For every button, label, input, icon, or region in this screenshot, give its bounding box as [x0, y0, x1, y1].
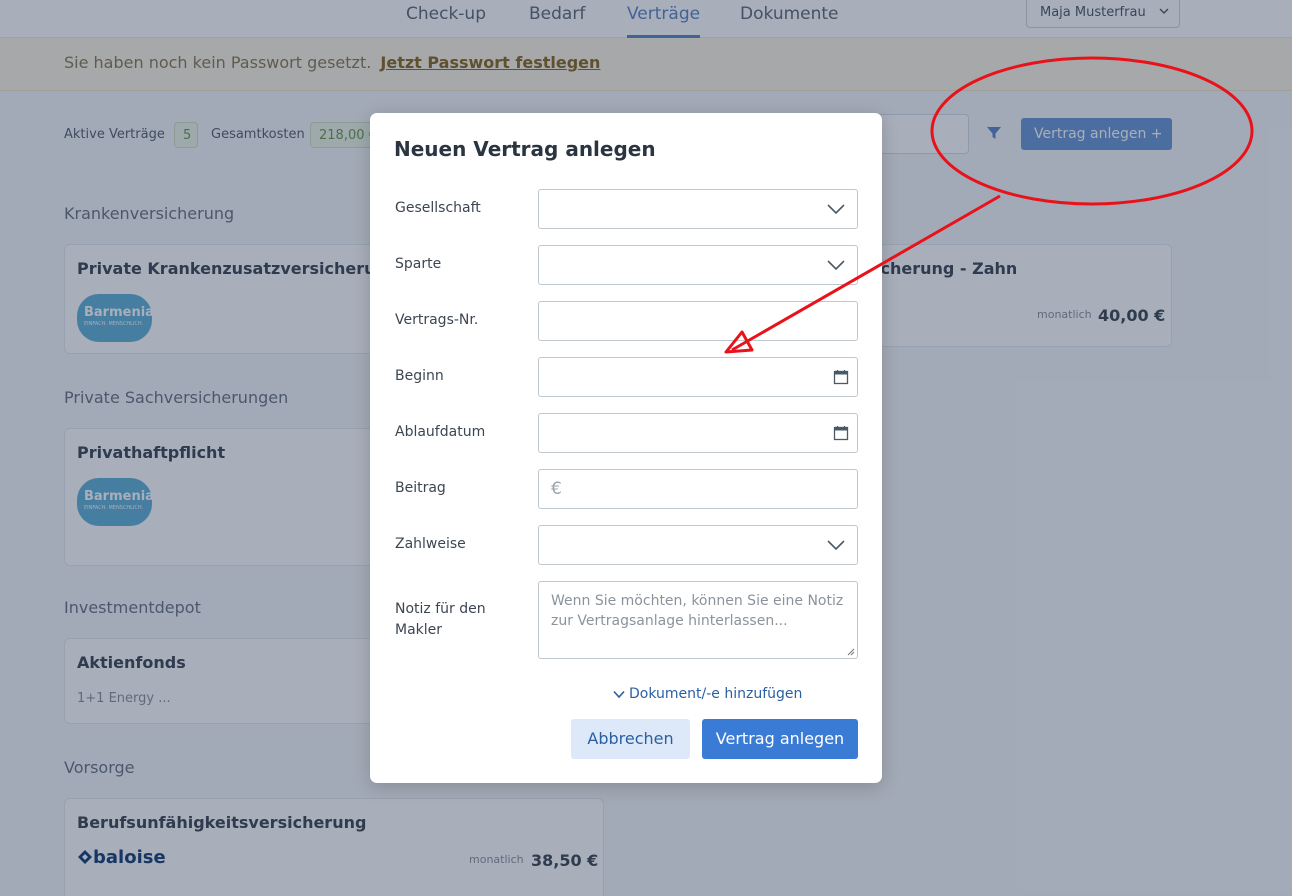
- sparte-select[interactable]: [538, 245, 858, 285]
- premium-input[interactable]: €: [538, 469, 858, 509]
- vertragsnr-label: Vertrags-Nr.: [395, 312, 479, 328]
- sparte-label: Sparte: [395, 256, 442, 272]
- chevron-down-icon: [827, 260, 845, 271]
- calendar-icon[interactable]: [833, 369, 849, 385]
- gesellschaft-select[interactable]: [538, 189, 858, 229]
- beginn-label: Beginn: [395, 368, 444, 384]
- calendar-icon[interactable]: [833, 425, 849, 441]
- end-date-input[interactable]: [538, 413, 858, 453]
- create-contract-button[interactable]: Vertrag anlegen: [702, 719, 858, 759]
- cancel-button[interactable]: Abbrechen: [571, 719, 690, 759]
- zahlweise-label: Zahlweise: [395, 536, 466, 552]
- chevron-down-icon: [827, 540, 845, 551]
- chevron-down-icon: [827, 204, 845, 215]
- gesellschaft-label: Gesellschaft: [395, 200, 481, 216]
- payment-frequency-select[interactable]: [538, 525, 858, 565]
- note-textarea[interactable]: Wenn Sie möchten, können Sie eine Notiz …: [538, 581, 858, 659]
- new-contract-dialog: Neuen Vertrag anlegen Gesellschaft Spart…: [370, 113, 882, 783]
- dialog-title: Neuen Vertrag anlegen: [394, 137, 656, 161]
- start-date-input[interactable]: [538, 357, 858, 397]
- resize-grip-icon[interactable]: [847, 648, 855, 656]
- note-placeholder: Wenn Sie möchten, können Sie eine Notiz …: [551, 593, 844, 629]
- chevron-down-icon: [613, 690, 625, 699]
- add-documents-link[interactable]: Dokument/-e hinzufügen: [613, 686, 802, 702]
- ablaufdatum-label: Ablaufdatum: [395, 424, 486, 440]
- beitrag-label: Beitrag: [395, 480, 446, 496]
- contract-number-input[interactable]: [538, 301, 858, 341]
- euro-symbol: €: [551, 479, 562, 499]
- notiz-label: Notiz für den Makler: [395, 601, 486, 638]
